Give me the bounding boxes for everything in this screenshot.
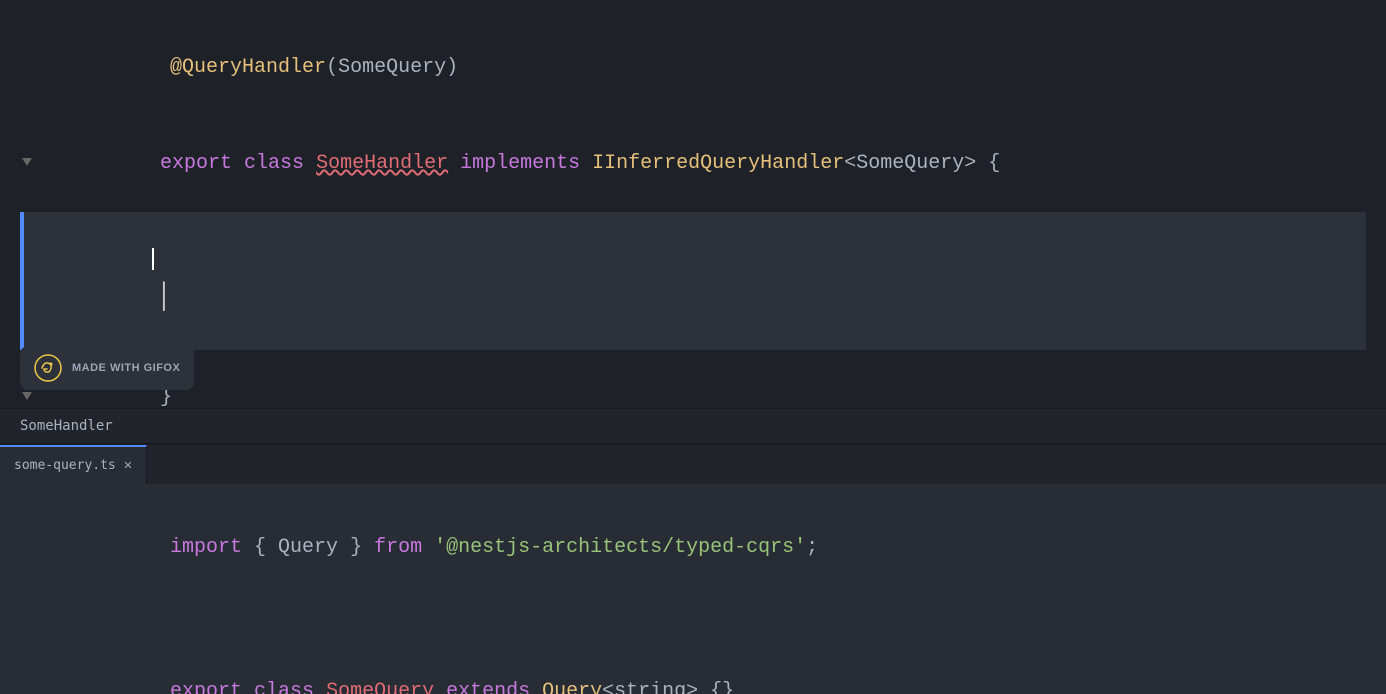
code-line-1: @QueryHandler(SomeQuery) [20,20,1366,116]
bottom-line-3: export class SomeQuery extends Query<str… [20,638,1366,694]
tab-some-query[interactable]: some-query.ts ✕ [0,445,147,484]
code-line-4: } [20,350,1366,408]
from-keyword: from [374,536,422,559]
code-area-top[interactable]: @QueryHandler(SomeQuery) export class So… [0,20,1386,408]
export-keyword-2: export [170,680,254,694]
gifox-logo [34,354,62,382]
space-from [422,536,434,559]
query-type: Query [542,680,602,694]
line-content-2: export class SomeHandler implements IInf… [40,116,1366,212]
top-code-panel: @QueryHandler(SomeQuery) export class So… [0,0,1386,408]
implements-keyword: implements [460,152,580,175]
bottom-code-area: import { Query } from '@nestjs-architect… [0,494,1386,694]
space [448,152,460,175]
editor-container: @QueryHandler(SomeQuery) export class So… [0,0,1386,694]
space2 [580,152,592,175]
decorator-keyword: @QueryHandler [170,56,326,79]
import-path: '@nestjs-architects/typed-cqrs' [434,536,806,559]
class-keyword-2: class [254,680,326,694]
import-body: { Query } [242,536,374,559]
bottom-line-1: import { Query } from '@nestjs-architect… [20,494,1366,602]
bottom-line-content-1: import { Query } from '@nestjs-architect… [20,494,1366,602]
bottom-code-panel[interactable]: import { Query } from '@nestjs-architect… [0,484,1386,694]
interface-name: IInferredQueryHandler [592,152,844,175]
code-line-2: export class SomeHandler implements IInf… [20,116,1366,212]
tab-filename: some-query.ts [14,458,116,473]
tab-close-button[interactable]: ✕ [124,459,132,473]
generic-string: <string> {} [602,680,734,694]
bottom-line-content-2 [20,602,1366,638]
gifox-badge: MADE WITH GIFOX [20,346,194,390]
panel-title-bar: SomeHandler [0,408,1386,444]
fold-open-icon[interactable] [20,155,38,173]
line-content-3: │ [24,212,1366,350]
line-content-4: } [40,350,1366,408]
somequery-classname: SomeQuery [326,680,446,694]
import-keyword: import [170,536,242,559]
generic-bracket: <SomeQuery> { [844,152,1000,175]
text-cursor [152,248,154,270]
panel-title: SomeHandler [20,418,113,434]
export-keyword: export [160,152,244,175]
code-line-3-active[interactable]: │ [20,212,1366,350]
decorator-args: (SomeQuery) [326,56,458,79]
extends-keyword: extends [446,680,542,694]
bottom-line-content-3: export class SomeQuery extends Query<str… [20,638,1366,694]
class-name-somehandler: SomeHandler [316,152,448,175]
line-content-1: @QueryHandler(SomeQuery) [20,20,1366,116]
fold-close-icon[interactable] [20,389,38,407]
semicolon1: ; [806,536,818,559]
class-keyword: class [244,152,316,175]
ibeam-cursor: │ [156,281,172,311]
gifox-label: MADE WITH GIFOX [72,362,180,374]
tab-bar: some-query.ts ✕ [0,444,1386,484]
bottom-line-2-empty [20,602,1366,638]
